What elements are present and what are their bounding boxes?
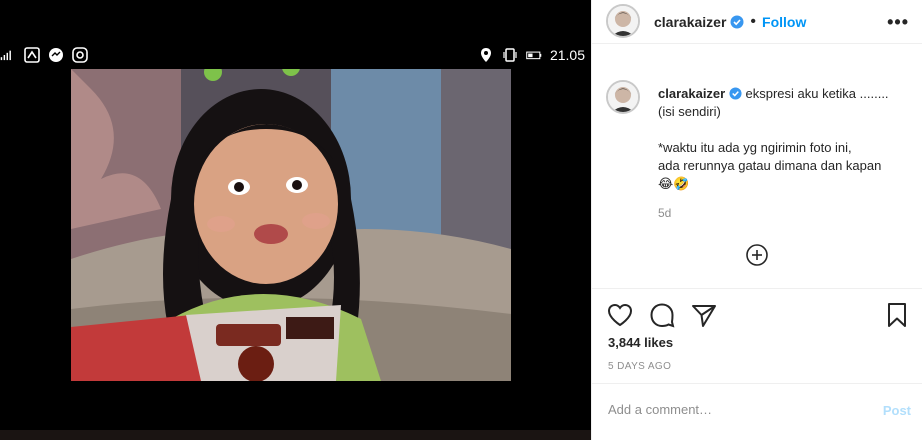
signal-icon: [0, 50, 11, 61]
post-actions: 3,844 likes 5 DAYS AGO: [592, 288, 922, 372]
save-bookmark-icon[interactable]: [883, 301, 911, 329]
comment-box: Post: [592, 383, 922, 440]
verified-badge-icon: [730, 15, 744, 29]
battery-icon: [526, 51, 542, 60]
caption-line: (isi sendiri): [658, 104, 721, 119]
comment-bubble-icon[interactable]: [648, 301, 676, 329]
instagram-icon: [72, 47, 88, 63]
caption-text: clarakaizer ekspresi aku ketika ........…: [658, 85, 913, 193]
post-media[interactable]: 21.05: [0, 0, 591, 440]
phone-status-bar: 21.05: [0, 44, 591, 68]
share-paper-plane-icon[interactable]: [690, 301, 718, 329]
caption-line: ada rerunnya gatau dimana dan kapan: [658, 158, 882, 173]
caption-avatar[interactable]: [606, 80, 640, 114]
likes-count[interactable]: 3,844 likes: [608, 335, 673, 350]
status-time: 21.05: [549, 47, 585, 63]
caption-first-line: ekspresi aku ketika ........: [745, 86, 889, 101]
caption-timestamp[interactable]: 5d: [658, 206, 671, 220]
caption-line: [658, 121, 913, 139]
girl-with-magazine-photo: [71, 69, 511, 381]
messenger-icon: [49, 48, 63, 62]
username-link[interactable]: clarakaizer: [654, 14, 726, 30]
caption-emoji: 😂🤣: [658, 176, 690, 191]
avatar[interactable]: [606, 4, 640, 38]
location-icon: [480, 48, 491, 62]
separator-dot: •: [750, 13, 757, 30]
post-details-panel: clarakaizer • Follow ••• clarakaizer eks…: [591, 0, 922, 440]
follow-button[interactable]: Follow: [762, 14, 806, 30]
comment-input[interactable]: [608, 402, 848, 417]
background-strip: [0, 430, 591, 440]
vibrate-icon: [503, 48, 517, 62]
posted-date[interactable]: 5 DAYS AGO: [608, 361, 671, 372]
like-heart-icon[interactable]: [606, 301, 634, 329]
more-options-icon[interactable]: •••: [887, 12, 909, 33]
load-more-comments-icon[interactable]: [746, 244, 768, 266]
verified-badge-icon: [729, 87, 742, 100]
post-header: clarakaizer • Follow •••: [592, 0, 922, 44]
caption-username-link[interactable]: clarakaizer: [658, 86, 725, 101]
caption-line: *waktu itu ada yg ngirimin foto ini,: [658, 140, 852, 155]
nfc-icon: [24, 47, 40, 63]
post-comment-button[interactable]: Post: [883, 403, 911, 418]
